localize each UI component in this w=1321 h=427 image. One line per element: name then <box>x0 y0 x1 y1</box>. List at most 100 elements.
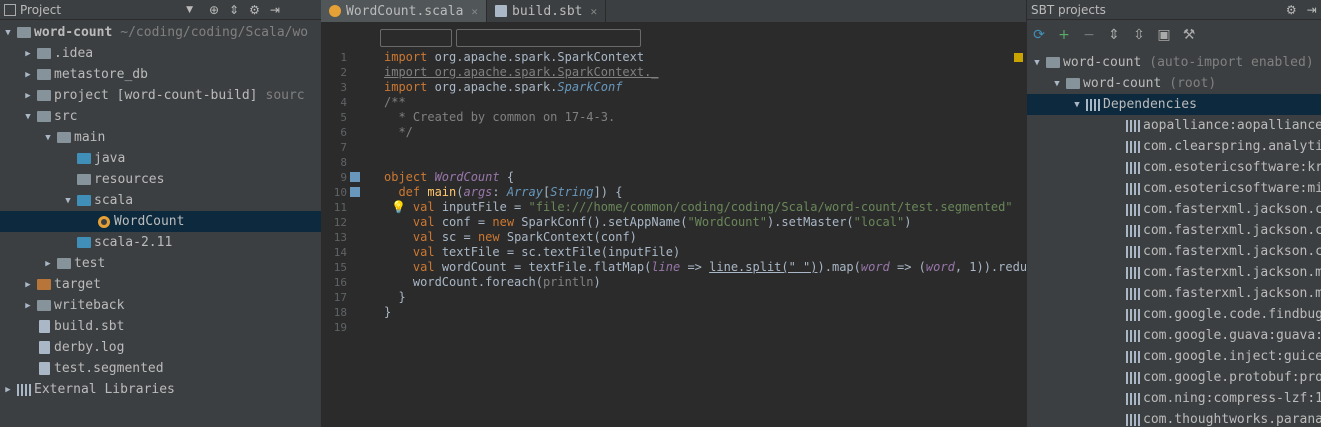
code-line[interactable]: */ <box>384 125 1026 140</box>
tree-item[interactable]: ▶ metastore_db <box>0 64 321 85</box>
code-line[interactable]: /** <box>384 95 1026 110</box>
tree-item[interactable]: com.ning:compress-lzf:1.0 <box>1027 388 1321 409</box>
tree-item[interactable]: ▼ word-count ~/coding/coding/Scala/wo <box>0 22 321 43</box>
expanded-arrow-icon[interactable]: ▼ <box>20 112 36 122</box>
code-line[interactable]: val sc = new SparkContext(conf) <box>384 230 1026 245</box>
tree-item[interactable]: com.google.inject:guice:3 <box>1027 346 1321 367</box>
sbt-file-icon <box>495 5 508 17</box>
tree-item[interactable]: ▶ project [word-count-build] sourc <box>0 85 321 106</box>
gear-icon[interactable]: ⚙ <box>249 3 260 17</box>
tree-item[interactable]: ▶ writeback <box>0 295 321 316</box>
tree-item[interactable]: java <box>0 148 321 169</box>
code-line[interactable]: val conf = new SparkConf().setAppName("W… <box>384 215 1026 230</box>
tree-item[interactable]: ▼ Dependencies <box>1027 94 1321 115</box>
collapse-icon[interactable]: ⇕ <box>229 3 239 17</box>
tree-item[interactable]: WordCount <box>0 211 321 232</box>
code-line[interactable]: import org.apache.spark.SparkContext._ <box>384 65 1026 80</box>
library-icon <box>1125 308 1141 322</box>
folder-icon <box>56 257 72 271</box>
tree-item[interactable]: scala-2.11 <box>0 232 321 253</box>
tree-item[interactable]: com.clearspring.analytics <box>1027 136 1321 157</box>
code-line[interactable]: val wordCount = textFile.flatMap(line =>… <box>384 260 1026 275</box>
collapsed-arrow-icon[interactable]: ▶ <box>20 70 36 80</box>
code-line[interactable] <box>384 155 1026 170</box>
tree-item[interactable]: com.esotericsoftware:kryo <box>1027 157 1321 178</box>
tree-item[interactable]: resources <box>0 169 321 190</box>
collapsed-arrow-icon[interactable]: ▶ <box>20 49 36 59</box>
tree-item[interactable]: ▼ word-count (auto-import enabled) <box>1027 52 1321 73</box>
tree-item-label: com.fasterxml.jackson.cor <box>1143 244 1321 259</box>
gear-icon[interactable]: ⚙ <box>1286 3 1297 17</box>
hide-icon[interactable]: ⇥ <box>270 3 280 17</box>
collapsed-arrow-icon[interactable]: ▶ <box>20 280 36 290</box>
dropdown-icon[interactable]: ▼ <box>186 5 193 15</box>
code-line[interactable]: } <box>384 305 1026 320</box>
expand-all-icon[interactable]: ⇕ <box>1106 27 1122 43</box>
tree-item[interactable]: com.thoughtworks.paranam <box>1027 409 1321 427</box>
close-icon[interactable]: ✕ <box>471 5 478 18</box>
hide-icon[interactable]: ⇥ <box>1307 3 1317 17</box>
expanded-arrow-icon[interactable]: ▼ <box>1049 79 1065 89</box>
run-icon[interactable] <box>350 187 360 197</box>
expanded-arrow-icon[interactable]: ▼ <box>1029 58 1045 68</box>
tree-item[interactable]: com.google.protobuf:prot <box>1027 367 1321 388</box>
close-icon[interactable]: ✕ <box>590 5 597 18</box>
tree-item[interactable]: ▼ scala <box>0 190 321 211</box>
expanded-arrow-icon[interactable]: ▼ <box>60 196 76 206</box>
editor-tab[interactable]: build.sbt ✕ <box>487 0 607 22</box>
code-line[interactable]: import org.apache.spark.SparkContext <box>384 50 1026 65</box>
run-icon[interactable] <box>350 172 360 182</box>
code-line[interactable]: wordCount.foreach(println) <box>384 275 1026 290</box>
tree-item[interactable]: com.fasterxml.jackson.cor <box>1027 241 1321 262</box>
collapse-all-icon[interactable]: ⇳ <box>1131 27 1147 43</box>
tree-item-label: com.google.inject:guice:3 <box>1143 349 1321 364</box>
tree-item-label: WordCount <box>114 214 185 229</box>
tree-item[interactable]: ▶ test <box>0 253 321 274</box>
code-line[interactable]: object WordCount { <box>384 170 1026 185</box>
tree-item[interactable]: ▼ src <box>0 106 321 127</box>
collapsed-arrow-icon[interactable]: ▶ <box>20 91 36 101</box>
tree-item[interactable]: com.fasterxml.jackson.cor <box>1027 220 1321 241</box>
editor-tab[interactable]: WordCount.scala ✕ <box>321 0 488 22</box>
collapsed-arrow-icon[interactable]: ▶ <box>20 301 36 311</box>
folder-icon <box>36 110 52 124</box>
project-panel-title[interactable]: Project <box>20 3 61 17</box>
tree-item[interactable]: com.google.code.findbugs <box>1027 304 1321 325</box>
tree-item[interactable]: ▶ target <box>0 274 321 295</box>
tree-item[interactable]: ▶ .idea <box>0 43 321 64</box>
tree-item[interactable]: com.google.guava:guava:1 <box>1027 325 1321 346</box>
collapsed-arrow-icon[interactable]: ▶ <box>0 385 16 395</box>
tree-item-label: com.google.protobuf:prot <box>1143 370 1321 385</box>
code-line[interactable]: val inputFile = "file:///home/common/cod… <box>384 200 1026 215</box>
settings-icon[interactable]: ⚒ <box>1181 27 1197 43</box>
add-icon[interactable]: + <box>1056 27 1072 43</box>
expanded-arrow-icon[interactable]: ▼ <box>1069 100 1085 110</box>
refresh-icon[interactable]: ⟳ <box>1031 27 1047 43</box>
collapsed-arrow-icon[interactable]: ▶ <box>40 259 56 269</box>
target-icon[interactable]: ⊕ <box>209 3 219 17</box>
code-line[interactable] <box>384 140 1026 155</box>
tree-item[interactable]: test.segmented <box>0 358 321 379</box>
tree-item[interactable]: ▼ word-count (root) <box>1027 73 1321 94</box>
remove-icon[interactable]: − <box>1081 27 1097 43</box>
code-line[interactable]: } <box>384 290 1026 305</box>
tree-item[interactable]: com.fasterxml.jackson.cor <box>1027 199 1321 220</box>
tree-item[interactable]: com.fasterxml.jackson.mod <box>1027 262 1321 283</box>
tree-item[interactable]: com.fasterxml.jackson.mod <box>1027 283 1321 304</box>
tree-item[interactable]: ▶ External Libraries <box>0 379 321 400</box>
code-line[interactable]: def main(args: Array[String]) { <box>384 185 1026 200</box>
expanded-arrow-icon[interactable]: ▼ <box>0 28 16 38</box>
code-line[interactable] <box>384 320 1026 335</box>
tree-item[interactable]: build.sbt <box>0 316 321 337</box>
tree-item[interactable]: ▼ main <box>0 127 321 148</box>
code-area[interactable]: import org.apache.spark.SparkContext impo… <box>384 50 1026 335</box>
tree-item[interactable]: derby.log <box>0 337 321 358</box>
code-line[interactable]: val textFile = sc.textFile(inputFile) <box>384 245 1026 260</box>
tree-item-label: test <box>74 256 106 271</box>
tree-item[interactable]: aopalliance:aopalliance:1 <box>1027 115 1321 136</box>
code-line[interactable]: import org.apache.spark.SparkConf <box>384 80 1026 95</box>
tree-item[interactable]: com.esotericsoftware:mini <box>1027 178 1321 199</box>
code-line[interactable]: * Created by common on 17-4-3. <box>384 110 1026 125</box>
expanded-arrow-icon[interactable]: ▼ <box>40 133 56 143</box>
module-icon[interactable]: ▣ <box>1156 27 1172 43</box>
